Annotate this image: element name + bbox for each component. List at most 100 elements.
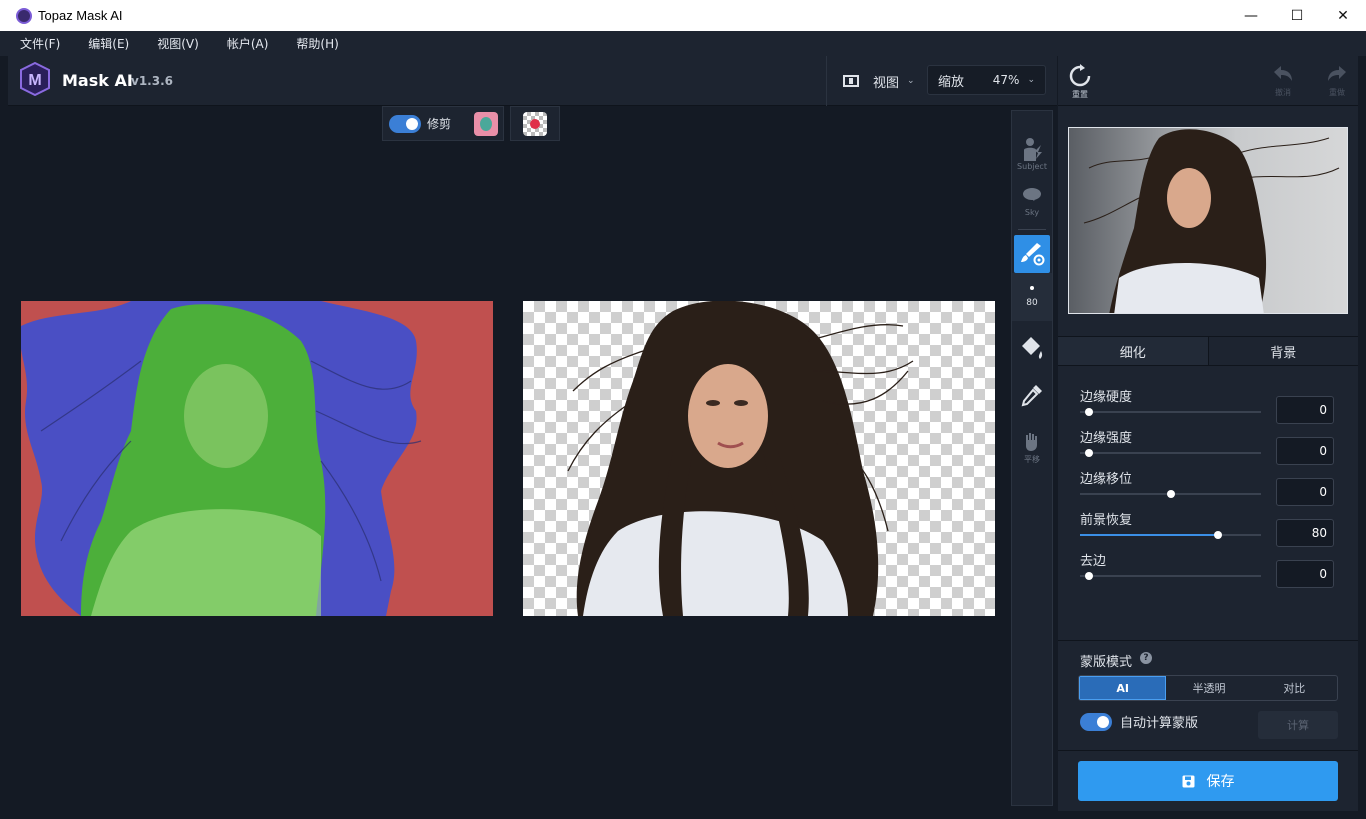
sky-icon <box>1023 188 1041 205</box>
slider-track[interactable] <box>1080 531 1261 539</box>
chevron-down-icon: ⌄ <box>907 76 915 86</box>
undo-button[interactable]: 撤消 <box>1272 64 1294 98</box>
app-name: Mask AI <box>62 71 133 90</box>
auto-compute-row: 自动计算蒙版 <box>1080 712 1198 731</box>
color-select-tool[interactable] <box>1012 383 1052 411</box>
canvas-area[interactable]: 修剪 <box>8 106 1011 811</box>
zoom-dropdown[interactable]: 缩放 47% ⌄ <box>927 65 1046 95</box>
history-toolbar: 重置 撤消 重做 <box>1058 56 1358 106</box>
slider-label: 边缘移位 <box>1080 472 1133 487</box>
navigator-thumbnail <box>1083 129 1340 313</box>
close-button[interactable]: ✕ <box>1320 0 1366 31</box>
maximize-button[interactable]: ☐ <box>1274 0 1320 31</box>
reset-label: 重置 <box>1072 90 1088 99</box>
slider-handle[interactable] <box>1085 449 1094 457</box>
trim-label: 修剪 <box>427 117 452 131</box>
sky-tool[interactable]: Sky <box>1012 185 1052 217</box>
menu-help[interactable]: 帮助(H) <box>296 35 338 52</box>
slider-handle[interactable] <box>1166 490 1175 498</box>
mask-overlay-image <box>21 301 493 616</box>
slider-value-input[interactable]: 0 <box>1276 560 1334 588</box>
result-preview-view[interactable] <box>523 301 995 616</box>
mask-mode-selector: AI 半透明 对比 <box>1078 675 1338 701</box>
brush-size-dot-icon <box>1030 286 1034 290</box>
compute-button[interactable]: 计算 <box>1258 711 1338 739</box>
trim-control: 修剪 <box>382 106 504 141</box>
slider-handle[interactable] <box>1085 572 1094 580</box>
slider-row: 去边 0 <box>1080 550 1338 588</box>
brush-tool[interactable]: 80 <box>1012 235 1052 323</box>
transparency-background-button[interactable] <box>510 106 560 141</box>
subject-tool[interactable]: Subject <box>1012 137 1052 171</box>
zoom-label: 缩放 <box>938 74 965 90</box>
slider-row: 边缘强度 0 <box>1080 427 1338 465</box>
save-button[interactable]: 保存 <box>1078 761 1338 801</box>
undo-label: 撤消 <box>1275 88 1291 97</box>
view-dropdown[interactable]: 视图 ⌄ <box>826 56 915 106</box>
slider-track[interactable] <box>1080 490 1261 498</box>
slider-label: 前景恢复 <box>1080 513 1133 528</box>
zoom-value: 47% <box>992 73 1020 87</box>
subject-label: Subject <box>1017 162 1047 171</box>
redo-button[interactable]: 重做 <box>1326 64 1348 98</box>
eyedropper-icon <box>1021 385 1042 407</box>
redo-label: 重做 <box>1329 88 1345 97</box>
mask-mode-section: 蒙版模式 ? AI 半透明 对比 自动计算蒙版 计算 <box>1058 640 1358 750</box>
slider-row: 前景恢复 80 <box>1080 509 1338 547</box>
help-icon[interactable]: ? <box>1140 652 1152 664</box>
sky-label: Sky <box>1024 208 1040 217</box>
panel-tabs: 细化 背景 <box>1058 336 1358 366</box>
mask-ai-logo: M <box>20 62 50 96</box>
slider-row: 边缘硬度 0 <box>1080 386 1338 424</box>
slider-value-input[interactable]: 80 <box>1276 519 1334 547</box>
brush-size-panel[interactable]: 80 <box>1012 273 1052 321</box>
slider-handle[interactable] <box>1085 408 1094 416</box>
menu-account[interactable]: 帐户(A) <box>227 35 269 52</box>
slider-value-input[interactable]: 0 <box>1276 478 1334 506</box>
navigator-preview[interactable] <box>1068 127 1348 314</box>
trim-toggle[interactable] <box>389 114 421 133</box>
right-panel: 重置 撤消 重做 细化 背景 边缘硬度 0 边缘强度 0 边缘移位 0 前景恢复… <box>1058 56 1358 811</box>
cutout-image <box>567 301 914 616</box>
pan-tool[interactable]: 平移 <box>1012 431 1052 465</box>
mode-translucent-button[interactable]: 半透明 <box>1166 676 1251 700</box>
menu-edit[interactable]: 编辑(E) <box>88 35 129 52</box>
slider-fill <box>1080 534 1218 536</box>
tab-background[interactable]: 背景 <box>1207 337 1359 365</box>
reset-icon <box>1069 64 1091 87</box>
window-title: Topaz Mask AI <box>38 8 123 23</box>
auto-compute-label: 自动计算蒙版 <box>1120 716 1199 731</box>
reset-button[interactable]: 重置 <box>1068 64 1092 100</box>
redo-icon <box>1328 66 1346 81</box>
tool-strip: Subject Sky 80 平移 <box>1011 110 1053 806</box>
floppy-disk-icon <box>1182 775 1194 787</box>
auto-compute-toggle[interactable] <box>1080 712 1112 731</box>
mode-ai-button[interactable]: AI <box>1079 676 1167 700</box>
panel-scrollbar[interactable] <box>1358 56 1366 811</box>
undo-icon <box>1274 66 1292 81</box>
menu-view[interactable]: 视图(V) <box>157 35 199 52</box>
minimize-button[interactable]: — <box>1228 0 1274 31</box>
slider-label: 边缘硬度 <box>1080 390 1133 405</box>
slider-value-input[interactable]: 0 <box>1276 437 1334 465</box>
subject-icon <box>1024 138 1042 161</box>
mask-overlay-view[interactable] <box>21 301 493 616</box>
mask-mode-title: 蒙版模式 <box>1080 655 1133 670</box>
paint-bucket-icon <box>1022 337 1043 359</box>
menu-bar: 文件(F) 编辑(E) 视图(V) 帐户(A) 帮助(H) <box>0 31 1366 56</box>
slider-track[interactable] <box>1080 449 1261 457</box>
mask-color-swatch[interactable] <box>474 112 498 136</box>
pan-label: 平移 <box>1024 455 1040 464</box>
mode-contrast-button[interactable]: 对比 <box>1252 676 1337 700</box>
slider-value-input[interactable]: 0 <box>1276 396 1334 424</box>
slider-track[interactable] <box>1080 572 1261 580</box>
slider-handle[interactable] <box>1213 531 1222 539</box>
slider-track[interactable] <box>1080 408 1261 416</box>
brush-tool-active <box>1014 235 1050 273</box>
app-version: v1.3.6 <box>131 74 173 88</box>
fill-tool[interactable] <box>1012 335 1052 363</box>
svg-text:M: M <box>28 72 41 89</box>
tab-refine[interactable]: 细化 <box>1058 337 1208 365</box>
menu-file[interactable]: 文件(F) <box>20 35 60 52</box>
slider-label: 边缘强度 <box>1080 431 1133 446</box>
